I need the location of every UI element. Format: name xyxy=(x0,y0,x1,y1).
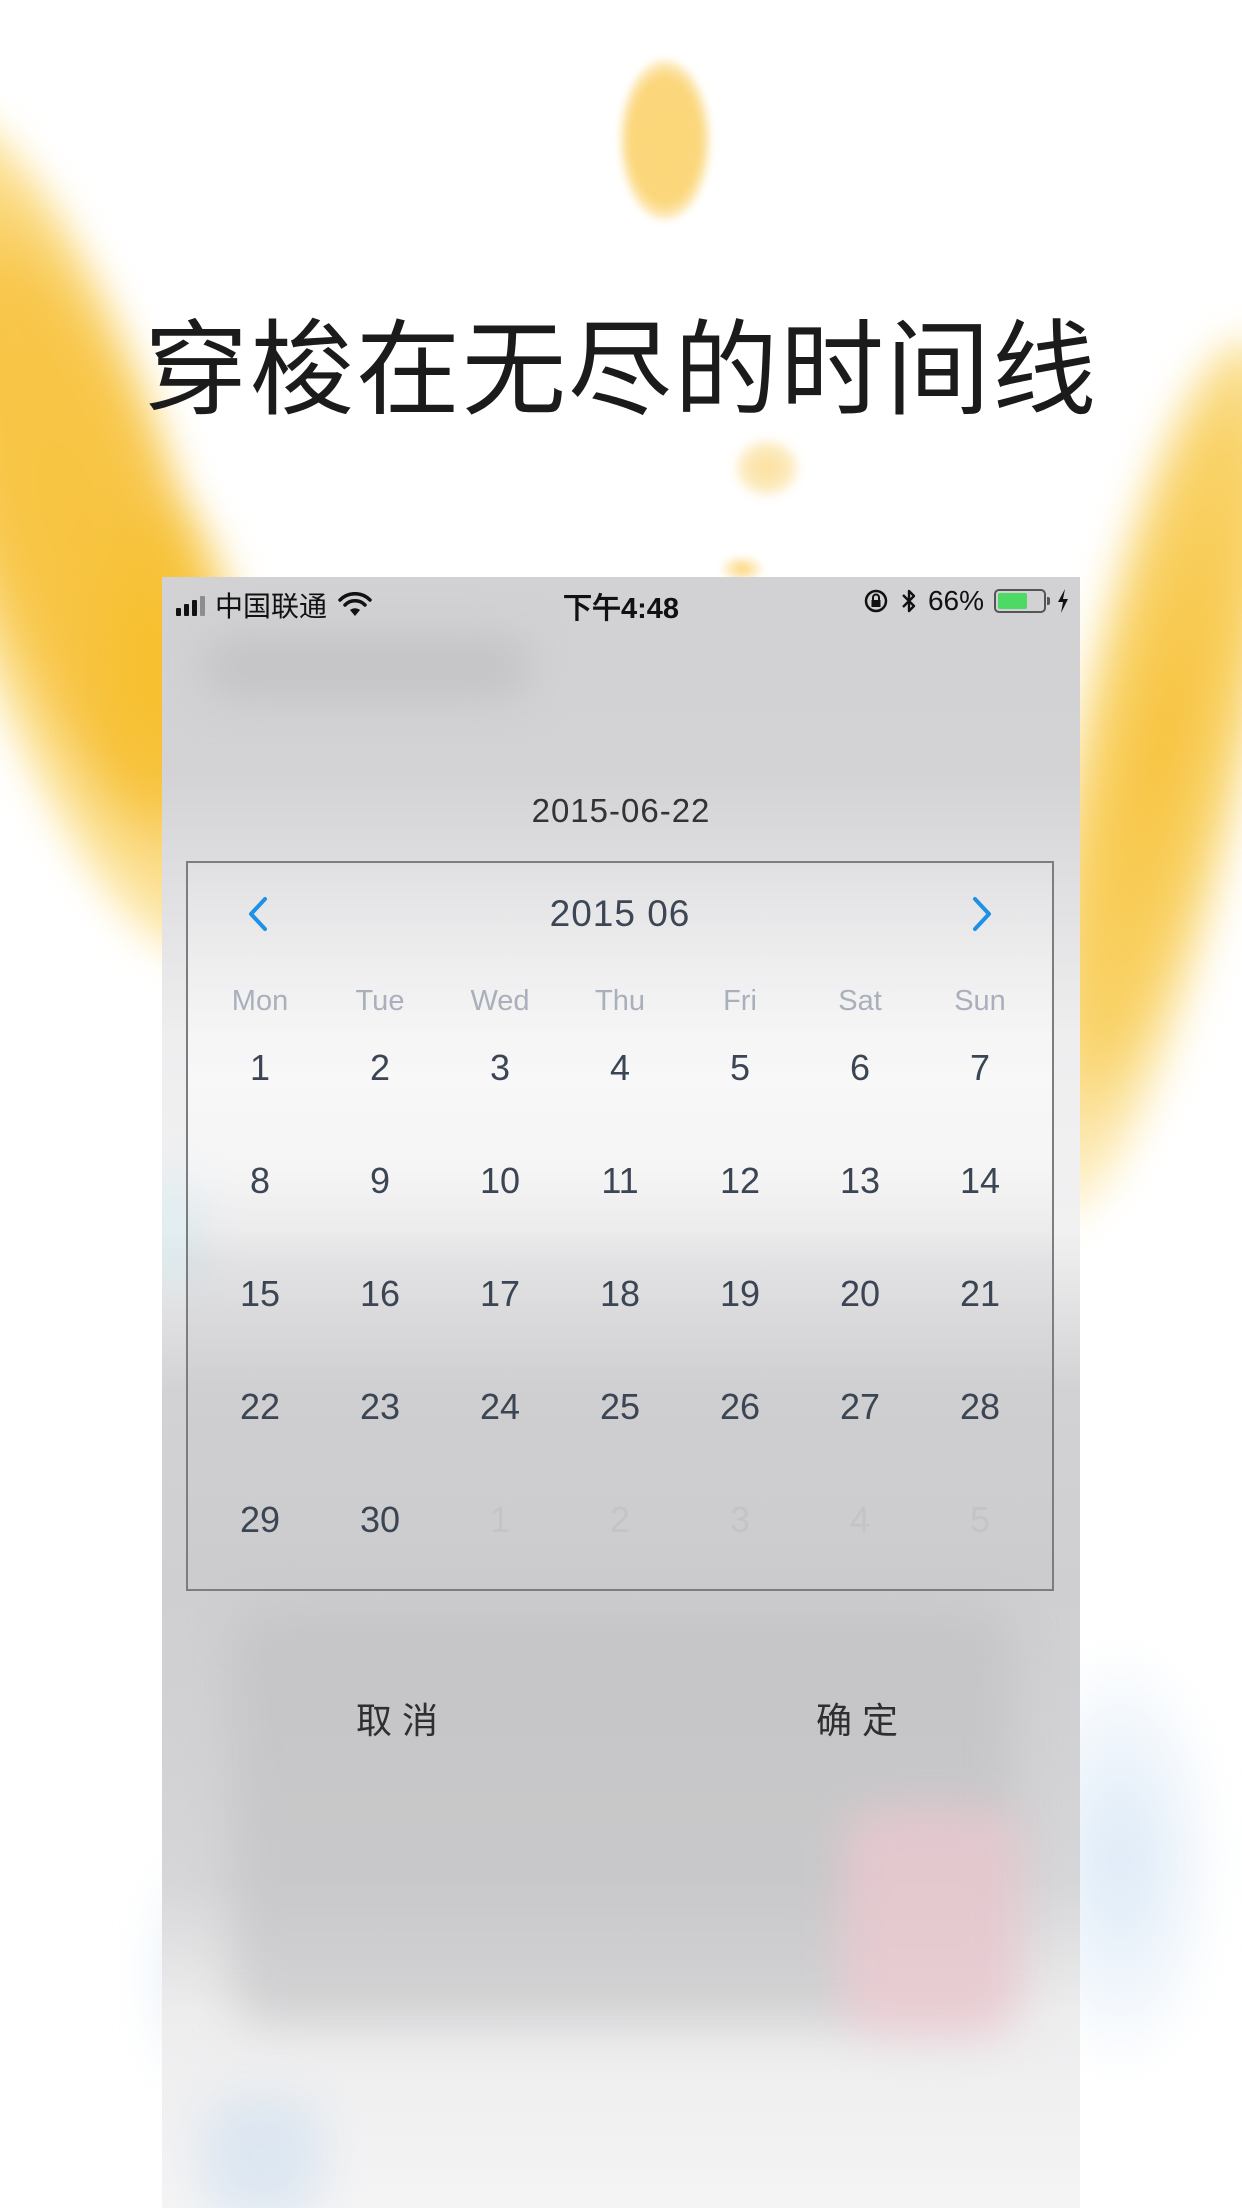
calendar-day[interactable]: 7 xyxy=(920,1043,1040,1156)
weekday-header-row: Mon Tue Wed Thu Fri Sat Sun xyxy=(188,985,1052,1025)
calendar-day[interactable]: 1 xyxy=(200,1043,320,1156)
calendar-day[interactable]: 2 xyxy=(320,1043,440,1156)
orientation-lock-icon xyxy=(864,589,888,613)
blurred-background-shape xyxy=(842,1807,1022,2037)
calendar-day[interactable]: 24 xyxy=(440,1382,560,1495)
calendar-day[interactable]: 3 xyxy=(440,1043,560,1156)
calendar-day-outside-month: 3 xyxy=(729,1499,751,1540)
calendar-day-outside-month: 1 xyxy=(489,1499,511,1540)
status-bar-right: 66% xyxy=(862,585,1070,617)
battery-level xyxy=(998,593,1028,609)
selected-date-label: 2015-06-22 xyxy=(531,792,711,829)
calendar-header: 2015 06 xyxy=(188,883,1052,943)
watercolor-drop-small xyxy=(735,440,799,496)
weekday-label: Fri xyxy=(723,985,757,1017)
weekday-label: Wed xyxy=(470,985,530,1017)
calendar-day[interactable]: 22 xyxy=(200,1382,320,1495)
calendar-day[interactable]: 12 xyxy=(680,1156,800,1269)
calendar-day[interactable]: 29 xyxy=(200,1495,320,1608)
blurred-background-shape xyxy=(202,637,532,697)
calendar-day[interactable]: 11 xyxy=(560,1156,680,1269)
cancel-button[interactable]: 取消 xyxy=(252,1687,552,1757)
chevron-right-icon xyxy=(973,897,991,931)
calendar-day[interactable]: 10 xyxy=(440,1156,560,1269)
phone-screenshot: 中国联通 下午4:48 66% 2015-06-22 2015 06 Mon T… xyxy=(162,577,1080,2208)
calendar-day[interactable]: 17 xyxy=(440,1269,560,1382)
promo-headline: 穿梭在无尽的时间线 xyxy=(143,309,1098,431)
calendar-day[interactable]: 18 xyxy=(560,1269,680,1382)
calendar-day[interactable]: 5 xyxy=(680,1043,800,1156)
battery-percent: 66% xyxy=(927,585,984,616)
calendar-day[interactable]: 28 xyxy=(920,1382,1040,1495)
battery-icon xyxy=(994,589,1050,613)
calendar-day[interactable]: 9 xyxy=(320,1156,440,1269)
weekday-label: Tue xyxy=(355,985,405,1017)
calendar-day[interactable]: 8 xyxy=(200,1156,320,1269)
calendar-month-label: 2015 06 xyxy=(549,893,691,934)
next-month-button[interactable] xyxy=(952,889,1012,939)
weekday-label: Sun xyxy=(954,985,1006,1017)
weekday-label: Thu xyxy=(595,985,645,1017)
dialog-actions: 取消 确定 xyxy=(162,1687,1080,1757)
calendar-picker: 2015 06 Mon Tue Wed Thu Fri Sat Sun 1234… xyxy=(186,861,1054,1591)
watercolor-drop-top xyxy=(620,60,710,220)
calendar-day[interactable]: 21 xyxy=(920,1269,1040,1382)
calendar-day[interactable]: 30 xyxy=(320,1495,440,1608)
calendar-day[interactable]: 26 xyxy=(680,1382,800,1495)
charging-icon xyxy=(1058,589,1068,613)
weekday-label: Mon xyxy=(231,985,289,1017)
calendar-day[interactable]: 19 xyxy=(680,1269,800,1382)
blurred-background-shape xyxy=(202,2097,322,2208)
calendar-day[interactable]: 15 xyxy=(200,1269,320,1382)
calendar-day[interactable]: 16 xyxy=(320,1269,440,1382)
calendar-day[interactable]: 25 xyxy=(560,1382,680,1495)
calendar-day[interactable]: 27 xyxy=(800,1382,920,1495)
weekday-label: Sat xyxy=(838,985,882,1017)
calendar-day-outside-month: 4 xyxy=(849,1499,871,1540)
calendar-day[interactable]: 20 xyxy=(800,1269,920,1382)
calendar-day[interactable]: 13 xyxy=(800,1156,920,1269)
calendar-day-grid: 1 2 3 4 5 6 7 8 9 10 11 12 13 14 15 16 17 18 19 20 21 22 23 24 2… xyxy=(188,1043,1052,1608)
calendar-day-outside-month: 2 xyxy=(609,1499,631,1540)
calendar-day[interactable]: 6 xyxy=(800,1043,920,1156)
calendar-day-outside-month: 5 xyxy=(969,1499,991,1540)
confirm-button[interactable]: 确定 xyxy=(712,1687,1012,1757)
calendar-day[interactable]: 4 xyxy=(560,1043,680,1156)
bluetooth-icon xyxy=(902,589,916,613)
calendar-day[interactable]: 14 xyxy=(920,1156,1040,1269)
status-bar: 中国联通 下午4:48 66% xyxy=(162,577,1080,627)
calendar-day[interactable]: 23 xyxy=(320,1382,440,1495)
promo-page: 穿梭在无尽的时间线 中国联通 下午4:48 66% 2015-06-22 201… xyxy=(0,0,1242,2208)
